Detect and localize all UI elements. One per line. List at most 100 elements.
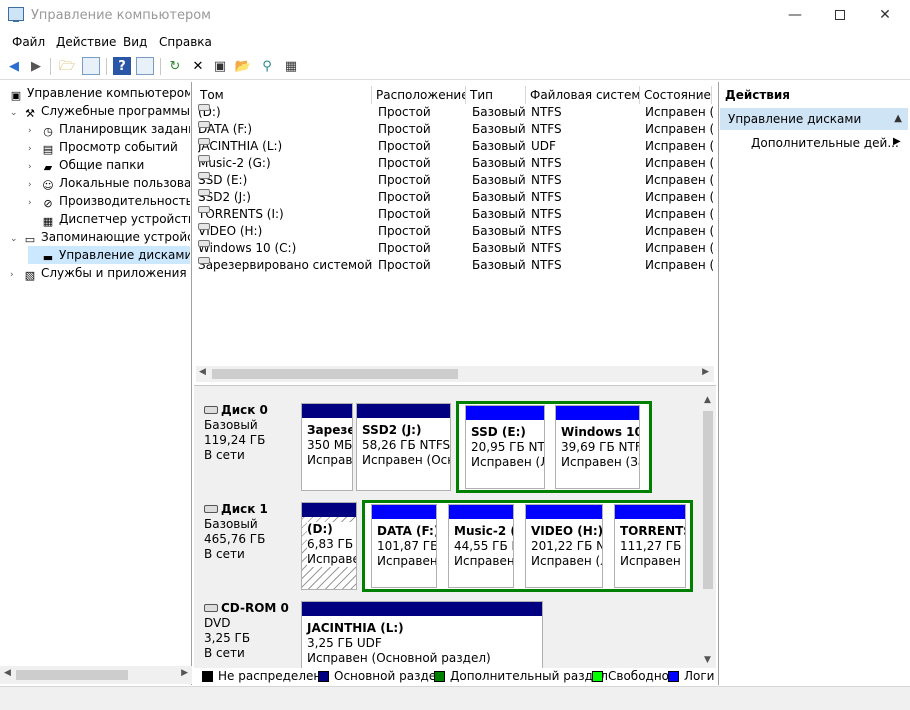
volume-fs-cell: NTFS <box>531 105 562 119</box>
disk-label[interactable]: Диск 0 Базовый 119,24 ГБ В сети <box>196 395 298 490</box>
volume-type-cell: Базовый <box>472 224 526 238</box>
back-arrow-icon[interactable]: ◀ <box>5 57 23 75</box>
volume-layout-cell: Простой <box>378 122 431 136</box>
scroll-left-icon[interactable]: ◀ <box>199 367 206 377</box>
partition-block[interactable]: JACINTHIA (L:) 3,25 ГБ UDF Исправен (Основ… <box>301 601 543 668</box>
disk-label[interactable]: CD-ROM 0 DVD 3,25 ГБ В сети <box>196 593 298 668</box>
tree-item[interactable]: ⌄ ▭ Запоминающие устройст <box>10 228 190 246</box>
menu-view[interactable]: Вид <box>123 35 147 49</box>
volume-row[interactable]: Music-2 (G:) Простой Базовый NTFS Исправен (… <box>194 155 716 172</box>
volume-row[interactable]: Зарезервировано системой Простой Базовый NT… <box>194 257 716 274</box>
help-icon[interactable]: ? <box>113 57 131 75</box>
search-icon[interactable]: ⚲ <box>258 57 276 75</box>
column-layout[interactable]: Расположение <box>372 86 466 104</box>
partition-block[interactable]: TORRENTS111,27 ГБ NTИсправен (Л <box>614 504 686 588</box>
tree-item-label: Служебные программы <box>41 104 190 118</box>
column-status[interactable]: Состояние <box>640 86 712 104</box>
volume-row[interactable]: SSD2 (J:) Простой Базовый NTFS Исправен (О <box>194 189 716 206</box>
tree-item[interactable]: ▬ Управление дисками <box>28 246 190 264</box>
tree-item[interactable]: › ▤ Просмотр событий <box>28 138 190 156</box>
legend-swatch <box>202 671 213 682</box>
tree-expand-icon[interactable]: › <box>28 122 40 138</box>
tree-expand-icon[interactable]: › <box>28 140 40 156</box>
scroll-down-icon[interactable]: ▼ <box>704 655 711 665</box>
partition-block[interactable]: DATA (F:)101,87 ГБ NИсправен ( <box>371 504 437 588</box>
open-folder-icon[interactable]: 📂 <box>234 57 252 75</box>
menu-action[interactable]: Действие <box>56 35 116 49</box>
tree-expand-icon[interactable]: ⌄ <box>10 230 22 246</box>
partition-block[interactable]: VIDEO (H:)201,22 ГБ NTFИсправен (Ло <box>525 504 603 588</box>
tree-horizontal-scrollbar[interactable]: ◀ ▶ <box>0 666 192 684</box>
maximize-button[interactable] <box>817 0 863 30</box>
close-button[interactable]: ✕ <box>862 0 908 30</box>
legend-label: Дополнительный раздел <box>450 669 608 683</box>
disk-label[interactable]: Диск 1 Базовый 465,76 ГБ В сети <box>196 494 298 589</box>
tree-item[interactable]: › ▰ Общие папки <box>28 156 190 174</box>
partition-block[interactable]: SSD2 (J:) 58,26 ГБ NTFS Исправен (Осн <box>356 403 451 491</box>
partition-block[interactable]: Music-2 (G44,55 ГБ NTИсправен ( <box>448 504 514 588</box>
tree-item-label: Планировщик заданий <box>59 122 190 136</box>
tree-expand-icon[interactable]: ⌄ <box>10 104 22 120</box>
minimize-button[interactable]: — <box>772 0 818 30</box>
tree-item[interactable]: ▣ Управление компьютером (л <box>4 84 190 102</box>
scroll-right-icon[interactable]: ▶ <box>702 367 709 377</box>
volume-row[interactable]: VIDEO (H:) Простой Базовый NTFS Исправен (Л <box>194 223 716 240</box>
tree-expand-icon[interactable]: › <box>28 194 40 210</box>
partition-block[interactable]: Зарезе 350 МБ Исправ <box>301 403 353 491</box>
column-type[interactable]: Тип <box>466 86 526 104</box>
tree-item[interactable]: › ⊘ Производительность <box>28 192 190 210</box>
scrollbar-thumb[interactable] <box>703 411 713 589</box>
close-icon: ✕ <box>879 7 891 23</box>
actions-section-disk-management[interactable]: Управление дисками ▲ <box>720 108 908 130</box>
disk-name: CD-ROM 0 <box>221 601 289 615</box>
scroll-right-icon[interactable]: ▶ <box>181 668 188 678</box>
menu-file[interactable]: Файл <box>12 35 45 49</box>
tree-item[interactable]: › ◷ Планировщик заданий <box>28 120 190 138</box>
tree-expand-icon[interactable]: › <box>28 176 40 192</box>
partition-type-band <box>302 503 356 517</box>
volume-name-cell: SSD2 (J:) <box>198 189 251 204</box>
disk-wizard-icon[interactable]: ▦ <box>282 57 300 75</box>
up-folder-icon[interactable]: 🗁 <box>58 57 76 75</box>
properties-icon[interactable]: ▣ <box>211 57 229 75</box>
horizontal-scrollbar[interactable]: ◀ ▶ <box>196 366 714 382</box>
column-volume[interactable]: Том <box>196 86 372 104</box>
tree-expand-icon[interactable]: › <box>10 266 22 282</box>
more-actions-item[interactable]: Дополнительные дей... ▶ <box>751 136 901 150</box>
scroll-up-icon[interactable]: ▲ <box>704 395 711 405</box>
legend-swatch <box>668 671 679 682</box>
partition-block[interactable]: SSD (E:)20,95 ГБ NTFSИсправен (Ло <box>465 405 545 489</box>
partition-size: 44,55 ГБ NT <box>454 539 513 553</box>
tree-item[interactable]: ▦ Диспетчер устройств <box>28 210 190 228</box>
refresh-icon[interactable]: ↻ <box>166 57 184 75</box>
scrollbar-thumb[interactable] <box>212 369 458 379</box>
vertical-scrollbar[interactable]: ▲ ▼ <box>700 395 716 665</box>
partition-block[interactable]: Windows 10 (39,69 ГБ NTFSИсправен (Загр <box>555 405 640 489</box>
column-filesystem[interactable]: Файловая система <box>526 86 640 104</box>
volume-type-cell: Базовый <box>472 258 526 272</box>
scroll-left-icon[interactable]: ◀ <box>4 668 11 678</box>
volume-row[interactable]: (D:) Простой Базовый NTFS Исправен (А <box>194 104 716 121</box>
tree-item[interactable]: › ▧ Службы и приложения <box>10 264 190 282</box>
volume-layout-cell: Простой <box>378 190 431 204</box>
disk-type: Базовый <box>204 418 258 432</box>
tree-item[interactable]: ⌄ ⚒ Служебные программы <box>10 102 190 120</box>
menu-help[interactable]: Справка <box>159 35 212 49</box>
tree-expand-icon[interactable]: › <box>28 158 40 174</box>
volume-row[interactable]: DATA (F:) Простой Базовый NTFS Исправен (Ф <box>194 121 716 138</box>
scrollbar-thumb[interactable] <box>16 670 128 680</box>
partition-block[interactable]: (D:)6,83 ГБ NИсправе <box>301 502 357 590</box>
show-hide-tree-icon[interactable] <box>82 57 100 75</box>
volume-row[interactable]: Windows 10 (C:) Простой Базовый NTFS Исправе… <box>194 240 716 257</box>
volume-row[interactable]: JACINTHIA (L:) Простой Базовый UDF Исправен … <box>194 138 716 155</box>
tree-item[interactable]: ›☺ Локальные пользовате <box>28 174 190 192</box>
volume-fs-cell: NTFS <box>531 156 562 170</box>
delete-icon[interactable]: ✕ <box>189 57 207 75</box>
toolbar-separator <box>160 58 161 75</box>
partition-type-band <box>466 406 544 420</box>
volume-row[interactable]: TORRENTS (I:) Простой Базовый NTFS Исправен … <box>194 206 716 223</box>
forward-arrow-icon[interactable]: ▶ <box>27 57 45 75</box>
collapse-up-icon[interactable]: ▲ <box>894 108 902 130</box>
show-hide-actions-icon[interactable] <box>136 57 154 75</box>
volume-row[interactable]: SSD (E:) Простой Базовый NTFS Исправен (Л <box>194 172 716 189</box>
